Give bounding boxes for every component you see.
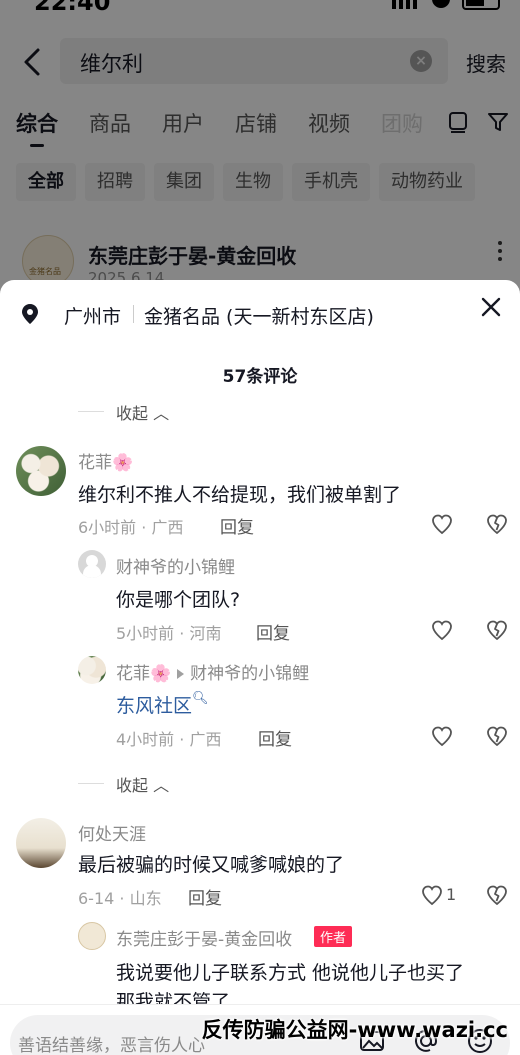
avatar[interactable] [16, 818, 66, 868]
comment-meta: 6-14 · 山东 [78, 889, 162, 908]
chevron-up-icon: ︿ [153, 404, 170, 423]
divider [133, 305, 134, 323]
avatar[interactable] [78, 922, 106, 950]
comment-text: 维尔利不推人不给提现，我们被单割了 [78, 484, 402, 506]
comment-input-placeholder: 善语结善缘，恶言伤人心 [18, 1036, 205, 1055]
comment-author[interactable]: 财神爷的小锦鲤 [116, 553, 235, 578]
comment-text: 最后被骗的时候又喊爹喊娘的了 [78, 854, 345, 876]
heart-icon[interactable] [430, 724, 454, 748]
dim-overlay[interactable] [0, 0, 520, 300]
comment-text: 东风社区 [116, 695, 193, 717]
broken-heart-icon[interactable] [485, 512, 509, 536]
chevron-up-icon: ︿ [153, 776, 170, 795]
location-store: 金猪名品 (天一新村东区店) [144, 306, 374, 328]
comment-count: 57条评论 [222, 367, 298, 387]
broken-heart-icon[interactable] [485, 883, 509, 907]
collapse-label: 收起 [116, 404, 149, 423]
watermark: 反传防骗公益网-www.wazi.cc [201, 1018, 508, 1042]
avatar[interactable] [78, 550, 106, 578]
location-city: 广州市 [64, 306, 122, 328]
comment-text: 我说要他儿子联系方式 他说他儿子也买了 [116, 962, 465, 984]
reply-button[interactable]: 回复 [256, 619, 290, 644]
reply-button[interactable]: 回复 [188, 884, 222, 909]
broken-heart-icon[interactable] [485, 724, 509, 748]
comment-meta: 5小时前 · 河南 [116, 624, 222, 643]
comments-sheet: 广州市 金猪名品 (天一新村东区店) 57条评论 收起 ︿ 花菲🌸 维尔利不推人… [0, 280, 520, 1055]
search-icon: 🔍︎ [192, 691, 209, 706]
heart-icon[interactable] [420, 883, 444, 907]
comment-text: 你是哪个团队? [116, 589, 241, 611]
comment-author-line: 花菲🌸 财神爷的小锦鲤 [116, 659, 309, 684]
comment-author[interactable]: 东莞庄彭于晏-黄金回收 [116, 925, 292, 950]
reply-button[interactable]: 回复 [220, 513, 254, 538]
author-badge: 作者 [314, 926, 353, 947]
reply-to-user[interactable]: 财神爷的小锦鲤 [190, 664, 309, 684]
collapse-replies-button[interactable]: 收起 ︿ [78, 400, 169, 424]
collapse-replies-button[interactable]: 收起 ︿ [78, 772, 169, 796]
heart-icon[interactable] [430, 618, 454, 642]
comment-author[interactable]: 何处天涯 [78, 820, 146, 845]
close-icon[interactable] [480, 296, 502, 318]
location-row[interactable]: 广州市 金猪名品 (天一新村东区店) [0, 290, 520, 334]
avatar[interactable] [78, 656, 106, 684]
comment-author[interactable]: 花菲🌸 [116, 664, 171, 684]
heart-icon[interactable] [430, 512, 454, 536]
collapse-label: 收起 [116, 776, 149, 795]
comment-meta: 4小时前 · 广西 [116, 730, 222, 749]
comment-meta: 6小时前 · 广西 [78, 518, 184, 537]
broken-heart-icon[interactable] [485, 618, 509, 642]
location-pin-icon [22, 304, 38, 324]
comment-search-link[interactable]: 东风社区🔍︎ [116, 691, 209, 718]
reply-arrow-icon [177, 669, 185, 679]
avatar[interactable] [16, 446, 66, 496]
reply-button[interactable]: 回复 [258, 725, 292, 750]
like-count: 1 [446, 885, 457, 904]
comment-author[interactable]: 花菲🌸 [78, 448, 133, 473]
search-results-page: 22:40 维尔利 × 搜索 综合 商品 用户 店铺 视频 团购 全部 招聘 集… [0, 0, 520, 300]
